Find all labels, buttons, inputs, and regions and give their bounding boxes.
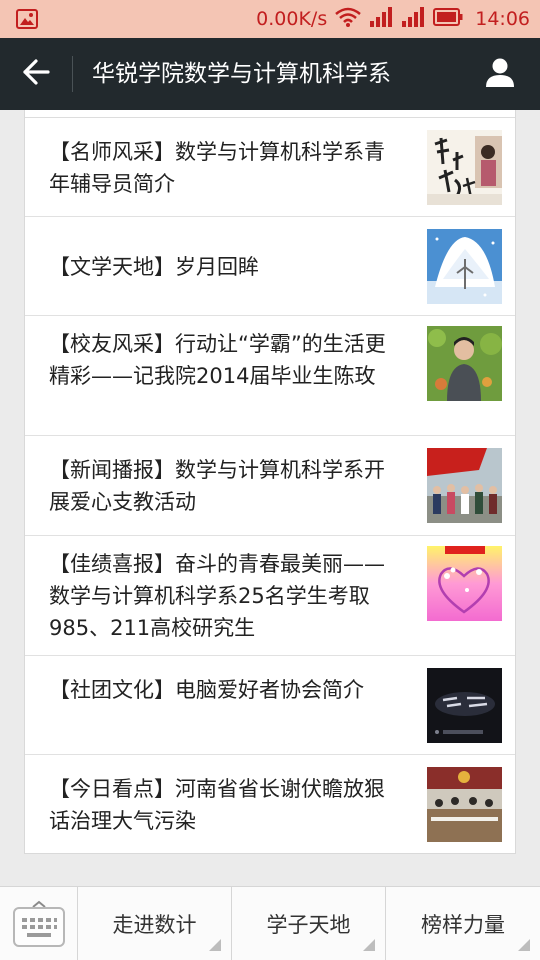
article-list: 【名师风采】数学与计算机科学系青年辅导员简介 【文学天地】岁月回眸 【校友风采】… <box>24 110 516 854</box>
menu-tab[interactable]: 榜样力量 <box>386 887 540 960</box>
article-item[interactable]: 【新闻播报】数学与计算机科学系开展爱心支教活动 <box>25 436 515 536</box>
article-item[interactable]: 【文学天地】岁月回眸 <box>25 217 515 316</box>
article-title: 【佳绩喜报】奋斗的青春最美丽——数学与计算机科学系25名学生考取985、211高… <box>49 552 385 640</box>
gallery-notification-icon <box>16 9 38 29</box>
submenu-indicator-icon <box>363 939 375 951</box>
submenu-indicator-icon <box>209 939 221 951</box>
wifi-icon <box>335 7 362 31</box>
signal-icon <box>401 7 425 31</box>
menu-tab-label: 走进数计 <box>112 913 197 937</box>
article-title: 【名师风采】数学与计算机科学系青年辅导员简介 <box>49 140 385 196</box>
header-divider <box>72 56 73 92</box>
article-title: 【今日看点】河南省省长谢伏瞻放狠话治理大气污染 <box>49 777 385 833</box>
dark-title-thumbnail <box>427 668 502 743</box>
keyboard-icon <box>13 907 65 947</box>
article-title: 【文学天地】岁月回眸 <box>49 255 259 279</box>
keyboard-toggle-button[interactable] <box>0 887 78 960</box>
menu-tab-label: 学子天地 <box>266 913 351 937</box>
article-item[interactable]: 【名师风采】数学与计算机科学系青年辅导员简介 <box>25 118 515 217</box>
snowy-tree-thumbnail <box>427 229 502 304</box>
profile-button[interactable] <box>468 38 532 110</box>
back-button[interactable] <box>0 38 72 110</box>
article-title: 【新闻播报】数学与计算机科学系开展爱心支教活动 <box>49 458 385 514</box>
article-item[interactable]: 【今日看点】河南省省长谢伏瞻放狠话治理大气污染 <box>25 755 515 854</box>
menu-tab-label: 榜样力量 <box>421 913 505 937</box>
group-photo-thumbnail <box>427 448 502 523</box>
teacher-photo-thumbnail <box>427 130 502 205</box>
app-header: 华锐学院数学与计算机科学系 <box>0 38 540 110</box>
status-bar: 0.00K/s 14:06 <box>0 0 540 38</box>
alumnus-portrait-thumbnail <box>427 326 502 401</box>
network-speed: 0.00K/s <box>256 8 328 30</box>
arrow-left-icon <box>22 59 50 89</box>
battery-icon <box>433 8 463 30</box>
menu-tab[interactable]: 学子天地 <box>232 887 386 960</box>
article-title: 【校友风采】行动让“学霸”的生活更精彩——记我院2014届毕业生陈玫 <box>49 332 386 388</box>
person-icon <box>485 57 515 91</box>
submenu-indicator-icon <box>518 939 530 951</box>
article-title: 【社团文化】电脑爱好者协会简介 <box>49 678 364 702</box>
article-item[interactable]: 【社团文化】电脑爱好者协会简介 <box>25 656 515 755</box>
article-item[interactable]: 【校友风采】行动让“学霸”的生活更精彩——记我院2014届毕业生陈玫 <box>25 316 515 436</box>
article-item[interactable]: 【佳绩喜报】奋斗的青春最美丽——数学与计算机科学系25名学生考取985、211高… <box>25 536 515 656</box>
heart-flowers-thumbnail <box>427 546 502 621</box>
bottom-menu-bar: 走进数计 学子天地 榜样力量 <box>0 886 540 960</box>
status-time: 14:06 <box>475 8 530 30</box>
menu-tab[interactable]: 走进数计 <box>78 887 232 960</box>
page-title: 华锐学院数学与计算机科学系 <box>92 61 391 87</box>
signal-icon <box>369 7 393 31</box>
meeting-room-thumbnail <box>427 767 502 842</box>
